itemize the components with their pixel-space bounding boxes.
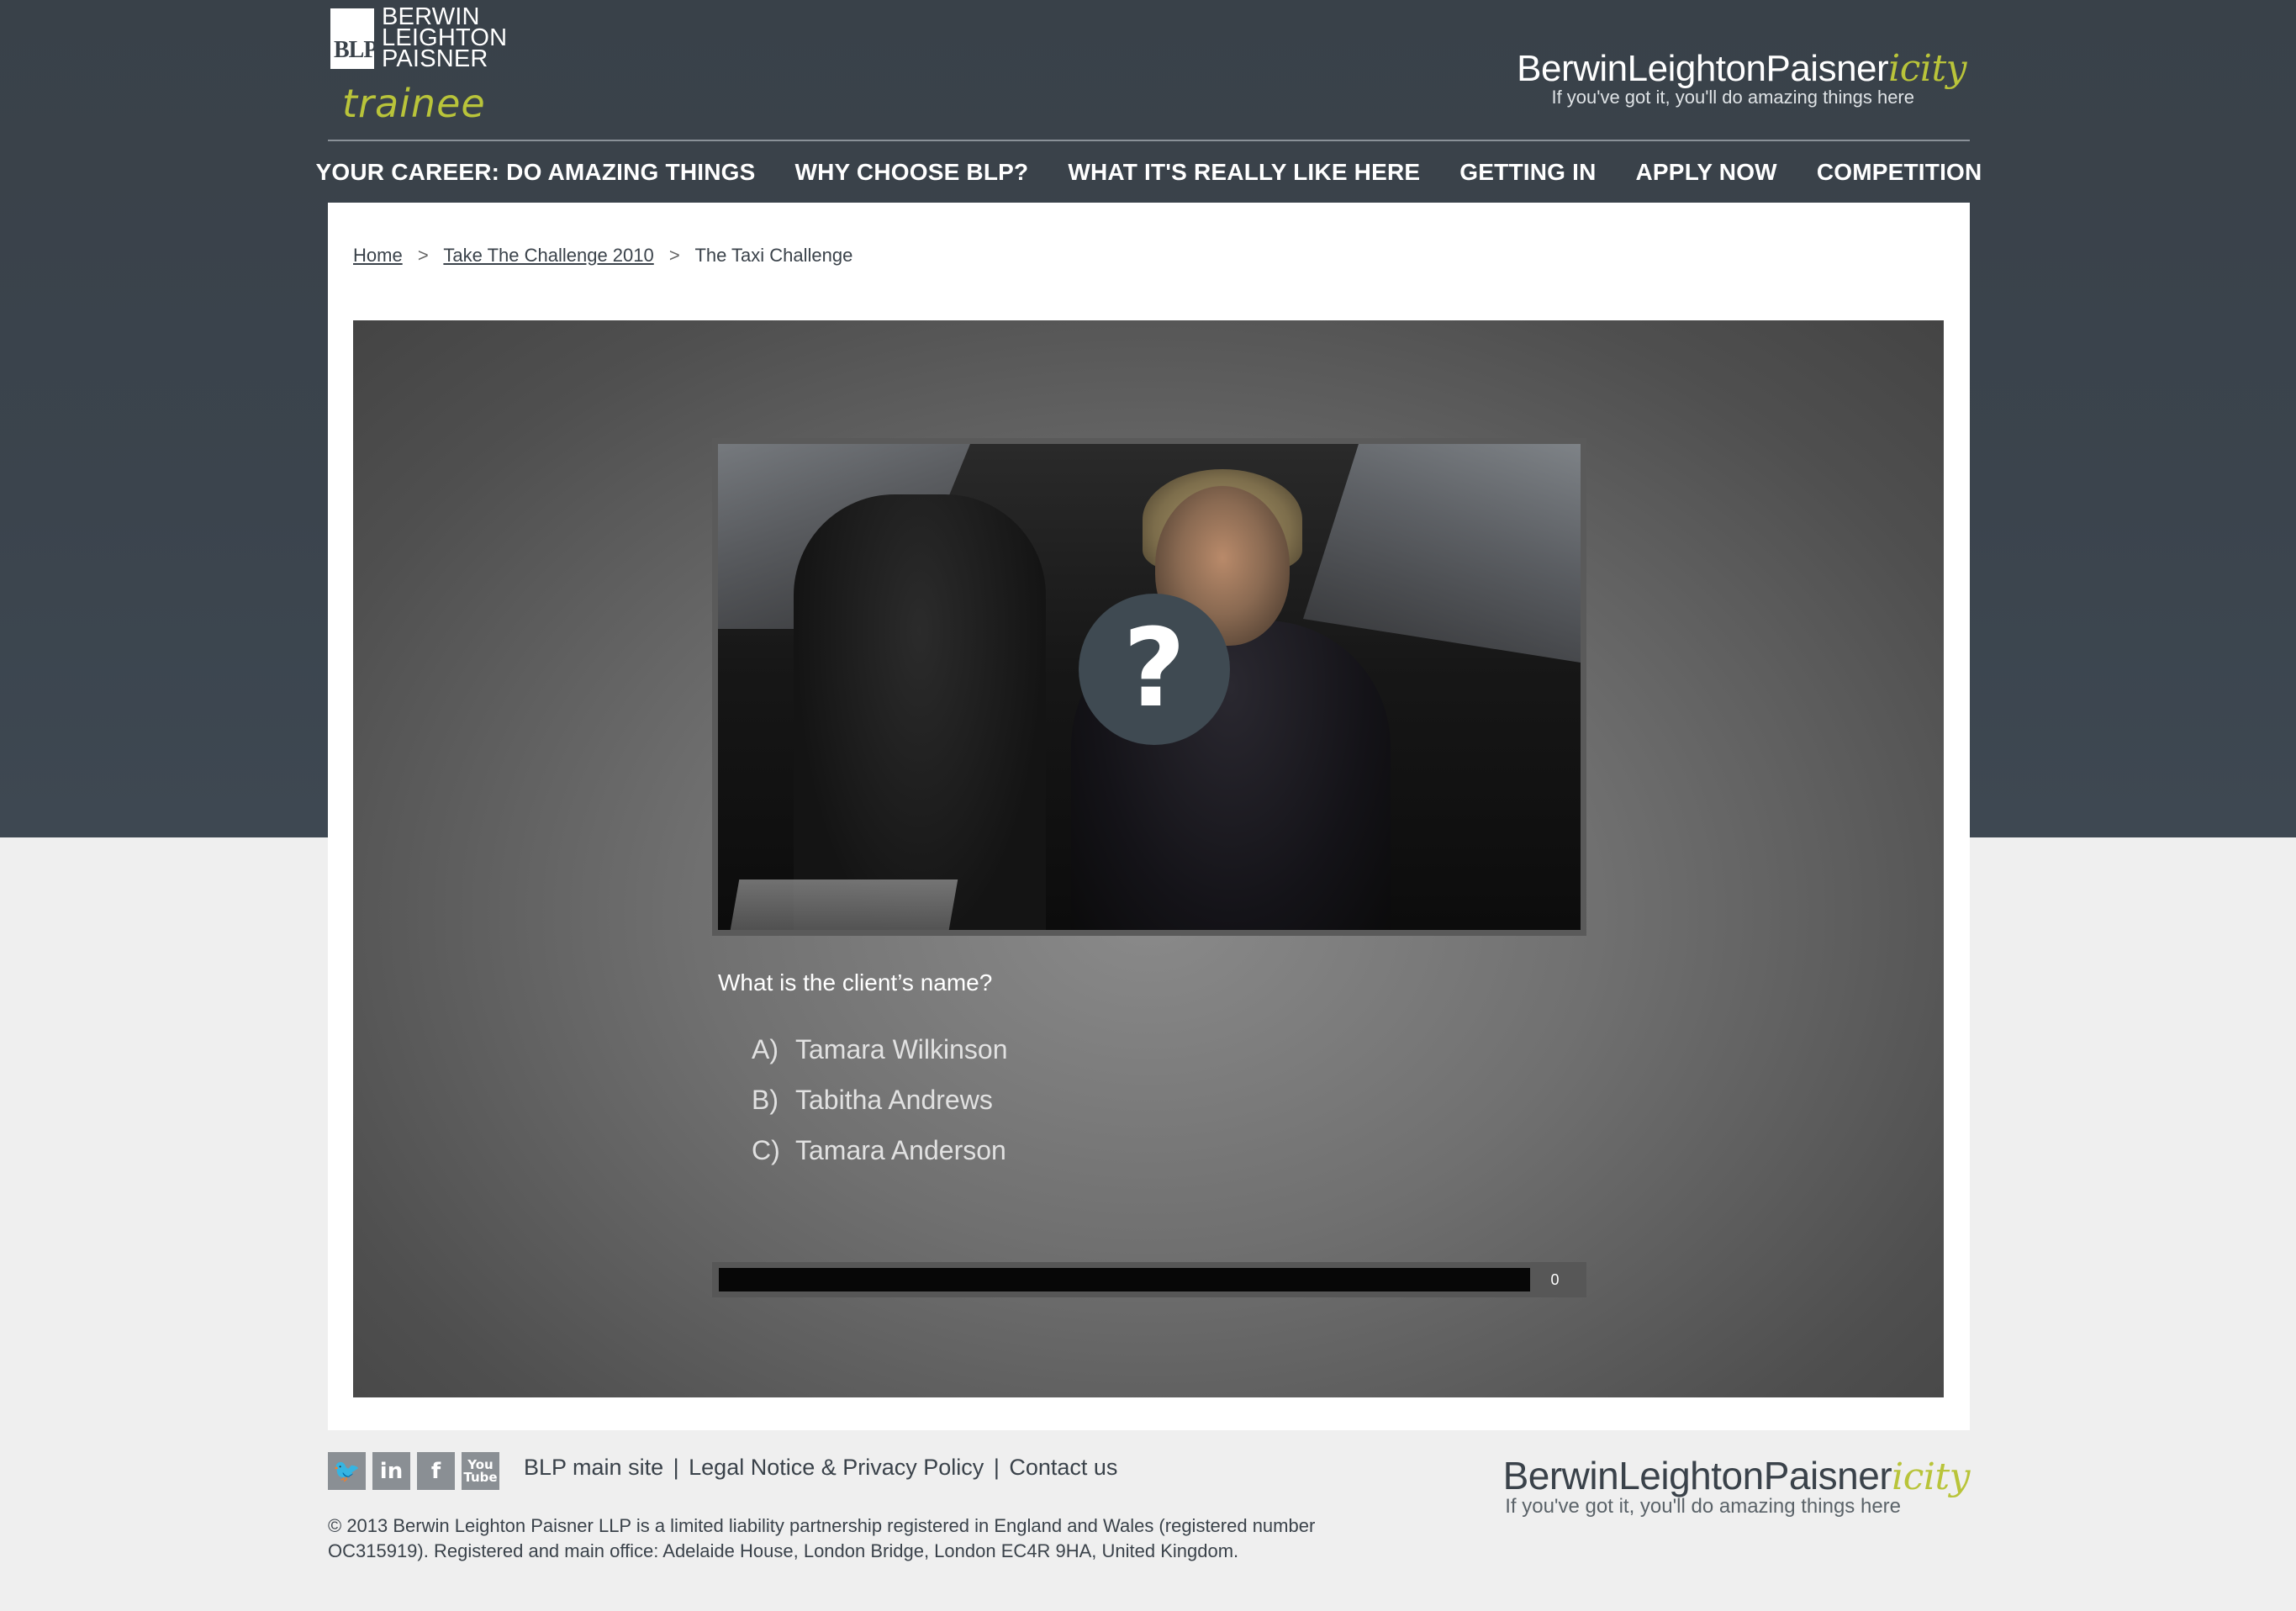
youtube-icon[interactable]: You Tube [462, 1452, 499, 1490]
video-player[interactable]: ? [712, 438, 1586, 936]
taxi-window-right [1303, 444, 1581, 663]
site-footer: 🐦 in f You Tube BLP main site | Legal No… [328, 1446, 1970, 1598]
content-panel: Home > Take The Challenge 2010 > The Tax… [328, 203, 1970, 1430]
footer-link-separator: | [673, 1455, 679, 1480]
brand-logo-footer[interactable]: BerwinLeightonPaisnericity If you've got… [1502, 1453, 1971, 1519]
answer-option-b[interactable]: B) Tabitha Andrews [752, 1084, 1008, 1116]
main-nav: YOUR CAREER: DO AMAZING THINGS WHY CHOOS… [316, 140, 1982, 203]
quiz-stage: ? What is the client’s name? A) Tamara W… [353, 320, 1944, 1397]
answer-text: Tamara Anderson [795, 1134, 1006, 1165]
blp-logo-wordmark: BERWIN LEIGHTON PAISNER [382, 5, 507, 72]
blp-logo-initials: BLP [334, 37, 377, 63]
brand-name: BerwinLeightonPaisnericity [1502, 1453, 1971, 1498]
brand-tagline: If you've got it, you'll do amazing thin… [1505, 1495, 1901, 1518]
logo-line: PAISNER [382, 45, 488, 72]
answer-letter: B) [752, 1084, 779, 1115]
legal-text: © 2013 Berwin Leighton Paisner LLP is a … [328, 1515, 1316, 1561]
footer-link-legal-notice[interactable]: Legal Notice & Privacy Policy [689, 1455, 984, 1480]
nav-item-why-choose-blp[interactable]: WHY CHOOSE BLP? [795, 159, 1029, 186]
quiz-question: What is the client’s name? [718, 969, 993, 996]
nav-item-apply-now[interactable]: APPLY NOW [1636, 159, 1777, 186]
answer-text: Tabitha Andrews [795, 1084, 993, 1115]
footer-link-blp-main-site[interactable]: BLP main site [524, 1455, 663, 1480]
nav-item-getting-in[interactable]: GETTING IN [1459, 159, 1596, 186]
nav-item-competition[interactable]: COMPETITION [1817, 159, 1982, 186]
newspaper [730, 879, 958, 930]
breadcrumb-home-link[interactable]: Home [353, 245, 403, 266]
breadcrumb-parent-link[interactable]: Take The Challenge 2010 [443, 245, 653, 266]
taxi-seat [794, 494, 1046, 930]
facebook-icon[interactable]: f [417, 1452, 455, 1490]
brand-name-main: BerwinLeightonPaisner [1502, 1454, 1892, 1497]
brand-name-accent: icity [1888, 47, 1966, 90]
video-frame[interactable]: ? [718, 444, 1581, 930]
answer-option-a[interactable]: A) Tamara Wilkinson [752, 1033, 1008, 1065]
answer-text: Tamara Wilkinson [795, 1033, 1008, 1064]
site-header: BLP BERWIN LEIGHTON PAISNER trainee Berw… [328, 0, 1970, 140]
linkedin-icon[interactable]: in [372, 1452, 410, 1490]
brand-tagline: If you've got it, you'll do amazing thin… [1551, 87, 1914, 108]
footer-link-separator: | [993, 1455, 1000, 1480]
page-wrapper: BLP BERWIN LEIGHTON PAISNER trainee Berw… [316, 0, 1982, 1562]
twitter-icon[interactable]: 🐦 [328, 1452, 366, 1490]
question-mark-icon[interactable]: ? [1079, 594, 1230, 745]
answer-letter: C) [752, 1134, 780, 1165]
breadcrumb-current: The Taxi Challenge [694, 245, 853, 266]
social-links: 🐦 in f You Tube [328, 1452, 499, 1490]
brand-name: BerwinLeightonPaisnericity [1517, 47, 1966, 90]
trainee-label: trainee [342, 81, 486, 126]
nav-item-what-its-really-like[interactable]: WHAT IT'S REALLY LIKE HERE [1068, 159, 1420, 186]
footer-link-contact[interactable]: Contact us [1009, 1455, 1117, 1480]
answer-letter: A) [752, 1033, 779, 1064]
blp-trainee-logo[interactable]: BLP BERWIN LEIGHTON PAISNER trainee [330, 5, 507, 126]
progress-count: 0 [1550, 1270, 1560, 1288]
breadcrumb: Home > Take The Challenge 2010 > The Tax… [353, 245, 852, 267]
answer-list: A) Tamara Wilkinson B) Tabitha Andrews C… [752, 1033, 1008, 1185]
progress-track [719, 1268, 1530, 1291]
brand-logo-header[interactable]: BerwinLeightonPaisnericity If you've got… [1517, 47, 1966, 108]
nav-item-your-career[interactable]: YOUR CAREER: DO AMAZING THINGS [316, 159, 756, 186]
footer-links: BLP main site | Legal Notice & Privacy P… [524, 1455, 1117, 1481]
breadcrumb-separator: > [417, 245, 429, 266]
breadcrumb-separator: > [668, 245, 680, 266]
quiz-progress-bar: 0 [712, 1262, 1586, 1297]
answer-option-c[interactable]: C) Tamara Anderson [752, 1134, 1008, 1166]
blp-logo-box: BLP [330, 8, 377, 69]
brand-name-main: BerwinLeightonPaisner [1517, 48, 1889, 89]
brand-name-accent: icity [1892, 1455, 1970, 1498]
